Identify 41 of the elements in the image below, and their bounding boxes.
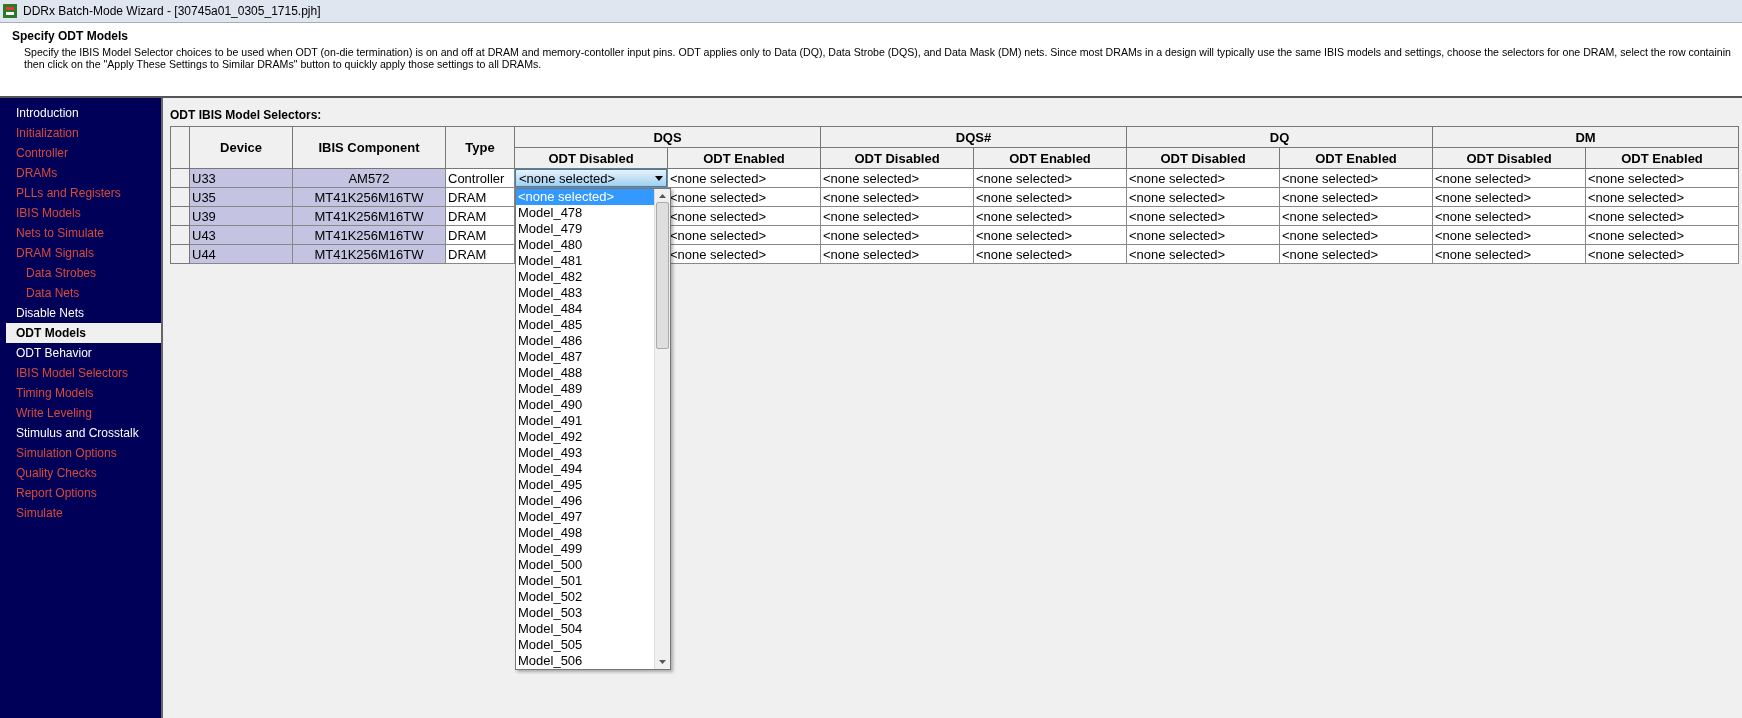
- sidebar-item[interactable]: PLLs and Registers: [6, 183, 161, 203]
- sidebar-item[interactable]: Quality Checks: [6, 463, 161, 483]
- sidebar-item[interactable]: IBIS Model Selectors: [6, 363, 161, 383]
- sidebar-item[interactable]: Write Leveling: [6, 403, 161, 423]
- sidebar-item[interactable]: Simulate: [6, 503, 161, 523]
- scroll-down-icon[interactable]: [659, 660, 666, 664]
- sidebar-item[interactable]: DRAMs: [6, 163, 161, 183]
- group-header: DQS#: [820, 126, 1127, 148]
- sidebar-item[interactable]: Report Options: [6, 483, 161, 503]
- sidebar-item[interactable]: Simulation Options: [6, 443, 161, 463]
- corner-header: [170, 126, 190, 169]
- sidebar-item[interactable]: Data Nets: [6, 283, 161, 303]
- column-header: IBIS Component: [292, 126, 446, 169]
- scrollbar[interactable]: [654, 189, 670, 669]
- sidebar-item[interactable]: Initialization: [6, 123, 161, 143]
- sidebar-item[interactable]: DRAM Signals: [6, 243, 161, 263]
- caret-icon: [655, 175, 663, 181]
- model-dropdown[interactable]: <none selected>: [515, 169, 667, 187]
- group-header: DM: [1432, 126, 1739, 148]
- sidebar-item[interactable]: ODT Behavior: [6, 343, 161, 363]
- sidebar-item[interactable]: Disable Nets: [6, 303, 161, 323]
- sidebar-item[interactable]: Stimulus and Crosstalk: [6, 423, 161, 443]
- sidebar-item[interactable]: IBIS Models: [6, 203, 161, 223]
- app-icon: [3, 4, 17, 18]
- description-text: Specify the IBIS Model Selector choices to be used when ODT (on-die termination) is on and off at DRAM and memory-contoller input pins. ODT applies only to Data (DQ), Data Strobe (DQS), and Data Mask (DM) nets. Since most DRAMs in a design will typically use the same IBIS models and settings, choose the selectors for one DRAM, select the row containin: [23, 46, 1732, 58]
- column-header: Type: [445, 126, 515, 169]
- group-header: DQ: [1126, 126, 1433, 148]
- group-header: DQS: [514, 126, 821, 148]
- sidebar-item[interactable]: Nets to Simulate: [6, 223, 161, 243]
- column-header: Device: [189, 126, 293, 169]
- dropdown-option[interactable]: Model_506: [516, 653, 654, 669]
- table-title: ODT IBIS Model Selectors:: [170, 108, 323, 122]
- sidebar-item[interactable]: ODT Models: [6, 323, 161, 343]
- description-text: then click on the "Apply These Settings to Similar DRAMs" button to quickly apply those settings to all DRAMs.: [23, 58, 543, 70]
- sidebar-item[interactable]: Introduction: [6, 103, 161, 123]
- window-title: DDRx Batch-Mode Wizard - [30745a01_0305_1715.pjh]: [23, 4, 321, 18]
- sidebar-item[interactable]: Timing Models: [6, 383, 161, 403]
- page-title: Specify ODT Models: [12, 29, 130, 43]
- sidebar-item[interactable]: Controller: [6, 143, 161, 163]
- sidebar-item[interactable]: Data Strobes: [6, 263, 161, 283]
- scroll-up-icon[interactable]: [659, 194, 666, 198]
